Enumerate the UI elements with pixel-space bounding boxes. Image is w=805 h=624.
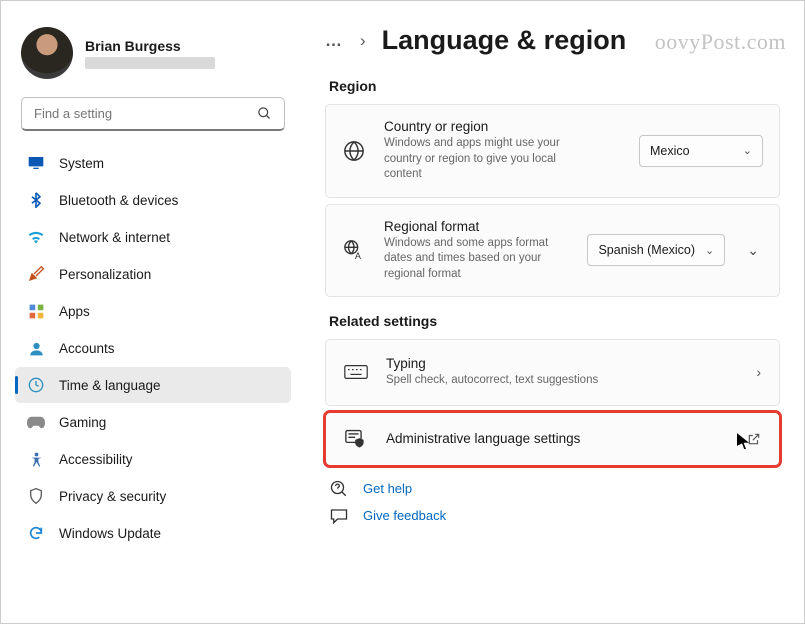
help-icon (329, 480, 349, 498)
sidebar-item-accessibility[interactable]: Accessibility (15, 441, 291, 477)
nav-label: Personalization (59, 267, 151, 282)
nav-label: Apps (59, 304, 90, 319)
sidebar-item-windows-update[interactable]: Windows Update (15, 515, 291, 551)
avatar (21, 27, 73, 79)
sidebar-item-time-language[interactable]: Time & language (15, 367, 291, 403)
sidebar-item-privacy[interactable]: Privacy & security (15, 478, 291, 514)
page-title: Language & region (382, 25, 627, 56)
nav-label: Network & internet (59, 230, 170, 245)
svg-text:A: A (355, 251, 362, 261)
globe-text-icon: A (342, 239, 366, 261)
country-region-desc: Windows and apps might use your country … (384, 136, 594, 183)
country-region-title: Country or region (384, 119, 621, 134)
nav-label: Privacy & security (59, 489, 166, 504)
apps-icon (27, 302, 45, 320)
get-help-label[interactable]: Get help (363, 481, 412, 496)
network-icon (27, 228, 45, 246)
regional-format-title: Regional format (384, 219, 569, 234)
time-language-icon (27, 376, 45, 394)
get-help-link[interactable]: Get help (329, 480, 780, 498)
user-email-redacted (85, 57, 215, 69)
country-region-dropdown[interactable]: Mexico ⌄ (639, 135, 763, 167)
system-icon (27, 154, 45, 172)
accessibility-icon (27, 450, 45, 468)
external-link-icon (747, 432, 761, 446)
accounts-icon (27, 339, 45, 357)
administrative-language-settings-row[interactable]: Administrative language settings (325, 412, 780, 466)
sidebar-item-gaming[interactable]: Gaming (15, 404, 291, 440)
nav-list: System Bluetooth & devices Network & int… (15, 145, 291, 551)
sidebar-item-network[interactable]: Network & internet (15, 219, 291, 255)
chevron-down-icon: ⌄ (705, 244, 714, 257)
chevron-down-icon: ⌄ (743, 144, 752, 157)
keyboard-icon (344, 364, 368, 380)
regional-format-value: Spanish (Mexico) (598, 243, 695, 257)
section-related-label: Related settings (329, 313, 780, 329)
sidebar: Brian Burgess System Bluetooth & devi (5, 11, 297, 613)
typing-desc: Spell check, autocorrect, text suggestio… (386, 373, 738, 389)
gaming-icon (27, 413, 45, 431)
nav-label: System (59, 156, 104, 171)
sidebar-item-accounts[interactable]: Accounts (15, 330, 291, 366)
regional-format-setting[interactable]: A Regional format Windows and some apps … (325, 204, 780, 298)
breadcrumb: … › Language & region (325, 25, 780, 56)
chevron-right-icon: › (756, 364, 761, 380)
give-feedback-label[interactable]: Give feedback (363, 508, 446, 523)
user-name: Brian Burgess (85, 38, 215, 54)
regional-format-dropdown[interactable]: Spanish (Mexico) ⌄ (587, 234, 725, 266)
nav-label: Accessibility (59, 452, 133, 467)
nav-label: Time & language (59, 378, 161, 393)
privacy-icon (27, 487, 45, 505)
section-region-label: Region (329, 78, 780, 94)
give-feedback-link[interactable]: Give feedback (329, 508, 780, 524)
search-box[interactable] (21, 97, 285, 131)
feedback-icon (329, 508, 349, 524)
expand-chevron-icon[interactable]: ⌄ (743, 242, 763, 259)
sidebar-item-bluetooth[interactable]: Bluetooth & devices (15, 182, 291, 218)
nav-label: Bluetooth & devices (59, 193, 178, 208)
breadcrumb-separator: › (360, 31, 366, 51)
admin-language-title: Administrative language settings (386, 431, 729, 446)
globe-icon (342, 140, 366, 162)
typing-title: Typing (386, 356, 738, 371)
bluetooth-icon (27, 191, 45, 209)
search-icon (257, 106, 272, 121)
admin-language-icon (344, 429, 368, 449)
regional-format-desc: Windows and some apps format dates and t… (384, 236, 569, 283)
sidebar-item-system[interactable]: System (15, 145, 291, 181)
nav-label: Windows Update (59, 526, 161, 541)
personalization-icon (27, 265, 45, 283)
breadcrumb-more-icon[interactable]: … (325, 31, 344, 51)
sidebar-item-apps[interactable]: Apps (15, 293, 291, 329)
main-content: … › Language & region Region Country or … (297, 11, 792, 613)
country-region-setting: Country or region Windows and apps might… (325, 104, 780, 198)
windows-update-icon (27, 524, 45, 542)
sidebar-item-personalization[interactable]: Personalization (15, 256, 291, 292)
country-region-value: Mexico (650, 144, 690, 158)
user-account-row[interactable]: Brian Burgess (15, 23, 291, 93)
nav-label: Accounts (59, 341, 115, 356)
typing-setting-row[interactable]: Typing Spell check, autocorrect, text su… (325, 339, 780, 406)
help-links: Get help Give feedback (325, 480, 780, 524)
nav-label: Gaming (59, 415, 106, 430)
search-input[interactable] (34, 106, 257, 121)
